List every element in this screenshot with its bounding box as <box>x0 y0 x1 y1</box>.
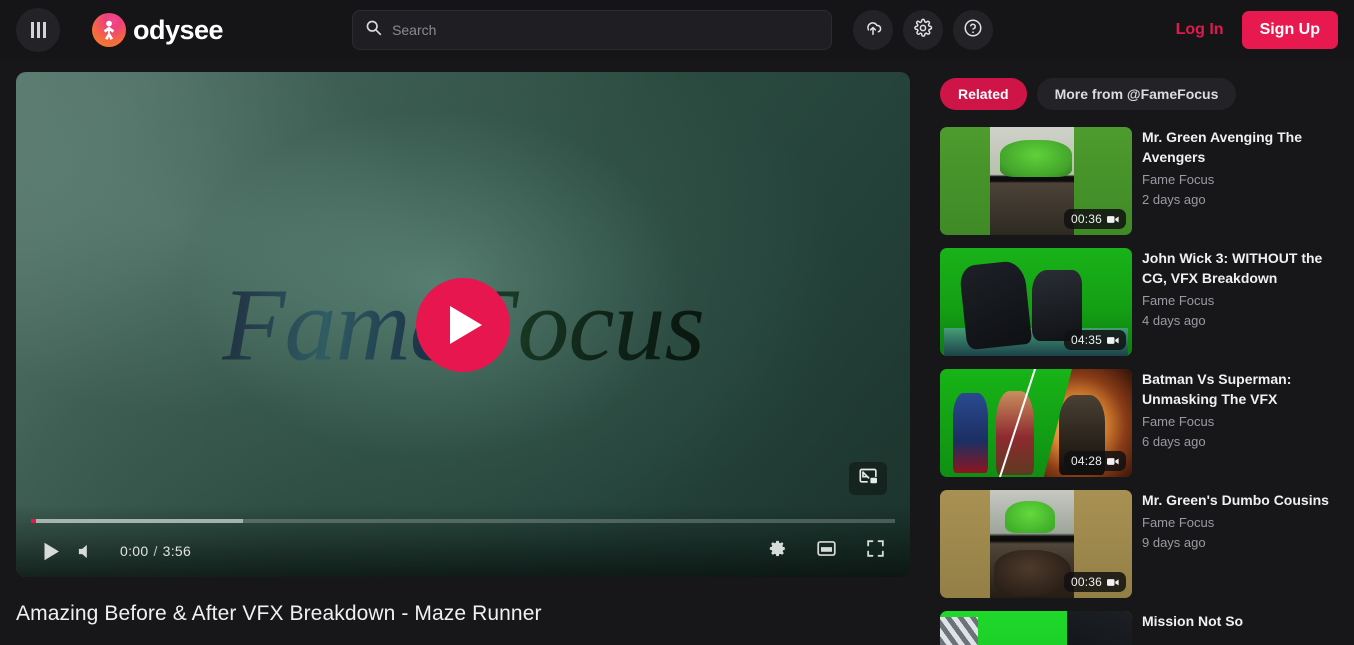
thumbnail[interactable]: 04:35 <box>940 248 1132 356</box>
recommendation-list: 00:36 Mr. Green Avenging The Avengers Fa… <box>940 127 1336 645</box>
list-item-title: Batman Vs Superman: Unmasking The VFX <box>1142 371 1292 407</box>
captions-button[interactable] <box>809 534 843 568</box>
brand-home-link[interactable]: odysee <box>92 13 224 47</box>
duration-text: 04:35 <box>1070 333 1102 347</box>
thumbnail-art <box>940 611 1132 645</box>
thumbnail[interactable]: 04:28 <box>940 369 1132 477</box>
list-item-date: 9 days ago <box>1142 535 1206 551</box>
settings-button[interactable] <box>903 10 944 50</box>
primary-column: FameFocus <box>16 72 910 645</box>
list-item-meta: John Wick 3: WITHOUT the CG, VFX Breakdo… <box>1142 248 1336 356</box>
progress-bar[interactable] <box>31 518 895 523</box>
time-separator: / <box>153 543 158 559</box>
thumbnail[interactable]: 00:36 <box>940 490 1132 598</box>
list-item[interactable]: 00:36 Mr. Green Avenging The Avengers Fa… <box>940 127 1336 235</box>
list-item-channel[interactable]: Fame Focus <box>1142 291 1336 311</box>
duration-badge: 04:28 <box>1063 451 1126 471</box>
tab-more-from-channel[interactable]: More from @FameFocus <box>1036 78 1237 110</box>
picture-in-picture-button[interactable] <box>849 462 887 495</box>
list-item-title: Mission Not So <box>1142 613 1244 629</box>
center-play-button[interactable] <box>416 277 510 372</box>
search-input[interactable] <box>392 22 820 38</box>
video-player[interactable]: FameFocus <box>16 72 910 577</box>
list-item-channel[interactable]: Fame Focus <box>1142 513 1336 533</box>
list-item-meta: Mission Not So <box>1142 611 1336 645</box>
captions-icon <box>816 539 837 563</box>
list-item[interactable]: 04:35 John Wick 3: WITHOUT the CG, VFX B… <box>940 248 1336 356</box>
sidebar-tabs: Related More from @FameFocus <box>940 78 1336 110</box>
header-actions <box>853 10 994 50</box>
help-button[interactable] <box>953 10 994 50</box>
list-item-title: Mr. Green Avenging The Avengers <box>1142 129 1302 165</box>
duration-badge: 00:36 <box>1063 209 1126 229</box>
list-item-date: 6 days ago <box>1142 433 1206 449</box>
video-camera-icon <box>1107 215 1119 223</box>
tab-related[interactable]: Related <box>940 78 1027 110</box>
pip-icon <box>858 467 879 491</box>
duration-text: 00:36 <box>1070 575 1102 589</box>
current-time: 0:00 <box>120 543 149 559</box>
auth-actions: Log In Sign Up <box>1176 11 1338 49</box>
list-item-channel[interactable]: Fame Focus <box>1142 412 1336 432</box>
page-body: FameFocus <box>0 60 1354 645</box>
time-display: 0:00/3:56 <box>120 543 191 559</box>
duration-text: 00:36 <box>1070 212 1102 226</box>
player-settings-button[interactable] <box>760 534 794 568</box>
video-camera-icon <box>1107 457 1119 465</box>
fullscreen-button[interactable] <box>858 534 892 568</box>
list-item-meta: Mr. Green Avenging The Avengers Fame Foc… <box>1142 127 1336 235</box>
login-link[interactable]: Log In <box>1176 21 1224 39</box>
menu-toggle-button[interactable] <box>16 8 60 52</box>
recommendations-sidebar: Related More from @FameFocus 00:36 Mr. G… <box>940 72 1336 645</box>
list-item-meta: Mr. Green's Dumbo Cousins Fame Focus 9 d… <box>1142 490 1336 598</box>
odysee-logo-icon <box>92 13 126 47</box>
list-item-date: 2 days ago <box>1142 191 1206 207</box>
mute-button[interactable] <box>68 534 102 568</box>
progress-buffer <box>31 519 243 523</box>
control-bar: 0:00/3:56 <box>16 533 910 569</box>
search-bar[interactable] <box>352 10 833 50</box>
app-header: odysee Search Log In Sign Up <box>0 0 1354 60</box>
gear-icon <box>768 539 787 563</box>
control-bar-right <box>760 534 892 568</box>
fullscreen-icon <box>866 539 885 563</box>
play-button[interactable] <box>34 534 68 568</box>
hamburger-icon <box>30 22 46 38</box>
video-camera-icon <box>1107 578 1119 586</box>
list-item-meta: Batman Vs Superman: Unmasking The VFX Fa… <box>1142 369 1336 477</box>
play-triangle-icon <box>450 305 482 344</box>
thumbnail[interactable] <box>940 611 1132 645</box>
player-controls: 0:00/3:56 <box>16 505 910 577</box>
list-item-title: Mr. Green's Dumbo Cousins <box>1142 492 1329 508</box>
duration-text: 04:28 <box>1070 454 1102 468</box>
signup-button[interactable]: Sign Up <box>1241 11 1338 49</box>
list-item[interactable]: Mission Not So <box>940 611 1336 645</box>
list-item[interactable]: 04:28 Batman Vs Superman: Unmasking The … <box>940 369 1336 477</box>
list-item-title: John Wick 3: WITHOUT the CG, VFX Breakdo… <box>1142 250 1323 286</box>
list-item-channel[interactable]: Fame Focus <box>1142 170 1336 190</box>
list-item[interactable]: 00:36 Mr. Green's Dumbo Cousins Fame Foc… <box>940 490 1336 598</box>
upload-button[interactable] <box>853 10 894 50</box>
video-camera-icon <box>1107 336 1119 344</box>
question-circle-icon <box>963 18 983 43</box>
volume-mute-icon <box>78 544 87 558</box>
progress-played <box>31 519 37 523</box>
duration-badge: 04:35 <box>1063 330 1126 350</box>
search-icon <box>365 19 382 41</box>
brand-name: odysee <box>133 14 224 45</box>
play-icon <box>44 542 59 560</box>
thumbnail[interactable]: 00:36 <box>940 127 1132 235</box>
gear-icon <box>913 18 933 43</box>
total-duration: 3:56 <box>162 543 192 559</box>
list-item-date: 4 days ago <box>1142 312 1206 328</box>
page-title: Amazing Before & After VFX Breakdown - M… <box>16 602 542 625</box>
duration-badge: 00:36 <box>1063 572 1126 592</box>
cloud-upload-icon <box>863 18 883 43</box>
